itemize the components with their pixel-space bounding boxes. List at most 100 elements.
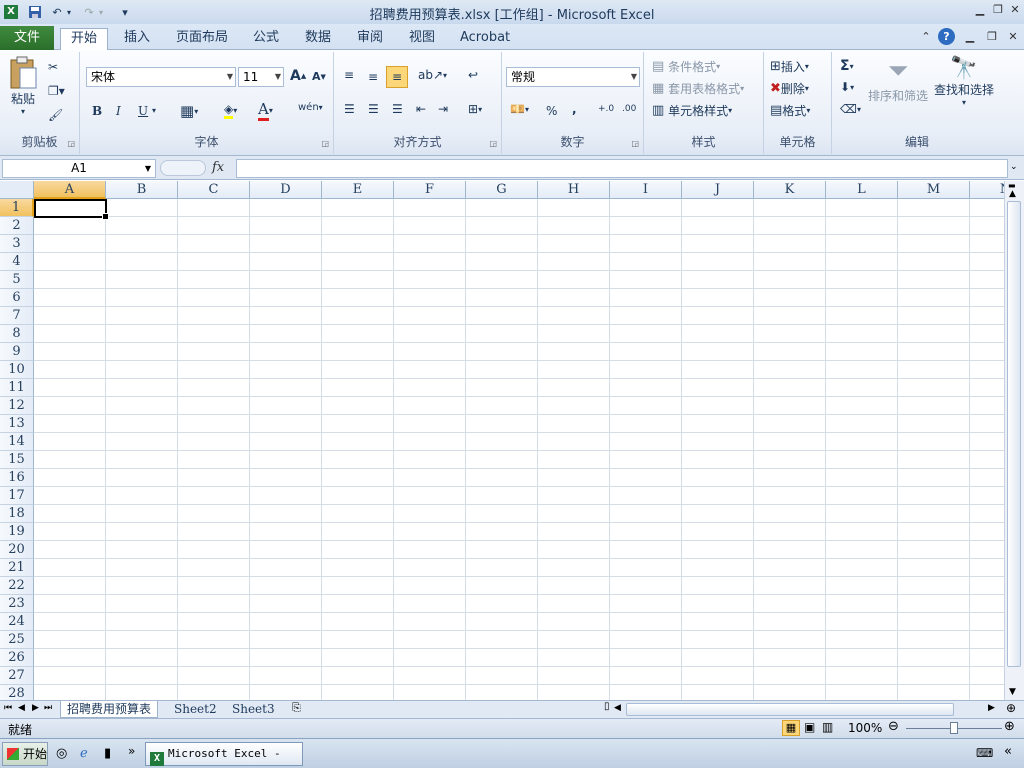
row-header-28[interactable]: 28 <box>0 685 34 701</box>
tab-acrobat[interactable]: Acrobat <box>450 28 520 50</box>
align-center-icon[interactable]: ☰ <box>368 102 379 116</box>
align-top-icon[interactable]: ≡ <box>344 68 354 82</box>
zoom-slider-thumb[interactable] <box>950 722 958 734</box>
delete-cells-button[interactable]: ✖ 删除 ▾ <box>770 80 809 97</box>
select-all-button[interactable] <box>0 181 34 199</box>
first-sheet-icon[interactable]: ⏮ <box>4 703 12 713</box>
next-sheet-icon[interactable]: ▶ <box>32 703 39 713</box>
vertical-scrollbar[interactable]: ▬ ▲ ▼ <box>1004 181 1024 701</box>
align-middle-icon[interactable]: ≡ <box>368 70 378 84</box>
merge-center-icon[interactable]: ⊞ ▾ <box>468 102 482 116</box>
column-header-c[interactable]: C <box>178 181 250 199</box>
minimize-ribbon-icon[interactable]: ⌃ <box>918 30 934 44</box>
page-break-view-icon[interactable]: ▥ <box>822 720 833 734</box>
expand-formula-bar-icon[interactable]: ⌄ <box>1010 162 1018 172</box>
underline-dropdown-icon[interactable]: ▾ <box>152 106 156 115</box>
format-cells-button[interactable]: ▤ 格式 ▾ <box>770 102 810 119</box>
clipboard-launcher-icon[interactable]: ◲ <box>67 139 75 148</box>
row-header-20[interactable]: 20 <box>0 541 34 559</box>
column-header-f[interactable]: F <box>394 181 466 199</box>
font-name-combo[interactable]: 宋体 ▼ <box>86 67 236 87</box>
prev-sheet-icon[interactable]: ◀ <box>18 703 25 713</box>
row-header-17[interactable]: 17 <box>0 487 34 505</box>
grow-font-button[interactable]: A ▲ <box>290 68 306 84</box>
fill-icon[interactable]: ⬇ ▾ <box>840 80 854 94</box>
orientation-icon[interactable]: ab↗ ▾ <box>418 68 447 82</box>
row-header-7[interactable]: 7 <box>0 307 34 325</box>
align-left-icon[interactable]: ☰ <box>344 102 355 116</box>
row-header-24[interactable]: 24 <box>0 613 34 631</box>
align-right-icon[interactable]: ☰ <box>392 102 403 116</box>
decrease-indent-icon[interactable]: ⇤ <box>416 102 426 116</box>
tray-expand-icon[interactable]: « <box>1004 744 1012 759</box>
zoom-level[interactable]: 100% <box>848 721 882 735</box>
sheet-tab-sheet2[interactable]: Sheet2 <box>168 701 223 718</box>
fill-color-icon[interactable]: ◈ ▾ <box>224 102 237 119</box>
row-header-27[interactable]: 27 <box>0 667 34 685</box>
row-header-21[interactable]: 21 <box>0 559 34 577</box>
tab-data[interactable]: 数据 <box>295 28 341 50</box>
workbook-close-icon[interactable]: ✕ <box>1005 30 1021 44</box>
tab-view[interactable]: 视图 <box>399 28 445 50</box>
restore-icon[interactable]: ❐ <box>990 3 1006 17</box>
paste-button[interactable]: 粘贴 ▾ <box>8 56 38 116</box>
tab-review[interactable]: 审阅 <box>347 28 393 50</box>
font-launcher-icon[interactable]: ◲ <box>321 139 329 148</box>
row-header-1[interactable]: 1 <box>0 199 34 217</box>
row-header-18[interactable]: 18 <box>0 505 34 523</box>
cell-area[interactable] <box>34 199 1004 701</box>
copy-icon[interactable]: ❐▾ <box>48 84 65 98</box>
column-header-l[interactable]: L <box>826 181 898 199</box>
sheet-tab-recruitment[interactable]: 招聘费用预算表 <box>60 701 159 718</box>
borders-icon[interactable]: ▦ ▾ <box>180 102 198 120</box>
quicklaunch-ie-icon[interactable]: ℯ <box>80 746 88 761</box>
wrap-text-icon[interactable]: ↩ <box>468 68 478 82</box>
accounting-format-icon[interactable]: 💴 ▾ <box>510 102 529 116</box>
number-launcher-icon[interactable]: ◲ <box>631 139 639 148</box>
autosum-button[interactable]: Σ ▾ <box>840 58 854 74</box>
comma-style-button[interactable]: , <box>572 102 577 116</box>
increase-decimal-button[interactable]: +.0 <box>598 104 614 114</box>
row-header-25[interactable]: 25 <box>0 631 34 649</box>
scroll-down-icon[interactable]: ▼ <box>1009 687 1016 697</box>
font-size-combo[interactable]: 11 ▼ <box>238 67 284 87</box>
row-header-12[interactable]: 12 <box>0 397 34 415</box>
format-as-table-button[interactable]: ▦ 套用表格格式 ▾ <box>652 80 744 97</box>
phonetic-guide-icon[interactable]: wén ▾ <box>298 102 323 113</box>
row-header-6[interactable]: 6 <box>0 289 34 307</box>
number-format-combo[interactable]: 常规 ▼ <box>506 67 640 87</box>
scroll-left-icon[interactable]: ◀ <box>614 703 621 713</box>
column-header-d[interactable]: D <box>250 181 322 199</box>
column-header-h[interactable]: H <box>538 181 610 199</box>
row-header-19[interactable]: 19 <box>0 523 34 541</box>
quicklaunch-browser-icon[interactable]: ◎ <box>56 746 67 761</box>
row-header-9[interactable]: 9 <box>0 343 34 361</box>
align-bottom-icon[interactable]: ≡ <box>386 66 408 88</box>
insert-function-button[interactable]: fx <box>212 160 224 175</box>
formula-bar-resizer[interactable] <box>160 160 206 176</box>
name-box[interactable]: A1 ▼ <box>2 159 156 178</box>
tab-page-layout[interactable]: 页面布局 <box>166 28 238 50</box>
tab-split-handle[interactable]: ▯ <box>604 701 610 712</box>
decrease-decimal-button[interactable]: .00 <box>622 104 636 114</box>
row-header-3[interactable]: 3 <box>0 235 34 253</box>
conditional-formatting-button[interactable]: ▤ 条件格式 ▾ <box>652 58 720 75</box>
column-header-k[interactable]: K <box>754 181 826 199</box>
keyboard-tray-icon[interactable]: ⌨ <box>976 746 993 760</box>
scroll-up-icon[interactable]: ▲ <box>1009 189 1016 199</box>
row-header-22[interactable]: 22 <box>0 577 34 595</box>
column-header-e[interactable]: E <box>322 181 394 199</box>
insert-sheet-icon[interactable]: ⎘ <box>292 701 301 715</box>
vertical-scroll-thumb[interactable] <box>1007 201 1021 667</box>
start-button[interactable]: 开始 <box>2 742 48 766</box>
row-header-2[interactable]: 2 <box>0 217 34 235</box>
clear-icon[interactable]: ⌫ ▾ <box>840 102 861 116</box>
format-painter-icon[interactable]: 🖌 <box>48 108 63 122</box>
row-header-15[interactable]: 15 <box>0 451 34 469</box>
percent-style-button[interactable]: % <box>546 104 557 118</box>
last-sheet-icon[interactable]: ⏭ <box>44 703 52 713</box>
alignment-launcher-icon[interactable]: ◲ <box>489 139 497 148</box>
shrink-font-button[interactable]: A ▼ <box>312 70 326 83</box>
normal-view-icon[interactable]: ▦ <box>782 720 800 736</box>
formula-input[interactable] <box>236 159 1008 178</box>
